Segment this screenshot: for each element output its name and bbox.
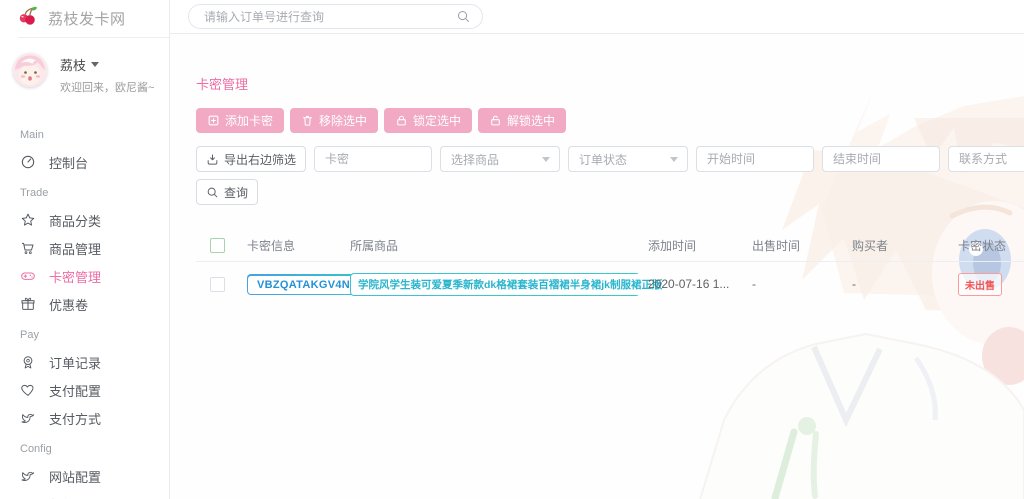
product-select[interactable]: 选择商品 xyxy=(440,146,560,172)
end-time-input[interactable] xyxy=(822,146,940,172)
sidebar-item-pay-method[interactable]: 支付方式 xyxy=(0,409,169,427)
lock-selected-button[interactable]: 锁定选中 xyxy=(384,108,472,133)
sidebar-item-product-category[interactable]: 商品分类 xyxy=(0,211,169,229)
sidebar-item-product-manage[interactable]: 商品管理 xyxy=(0,239,169,257)
main-area: 卡密管理 添加卡密 移除选中 锁定选中 解锁选中 xyxy=(170,0,1024,499)
bird-icon xyxy=(20,410,36,426)
order-search xyxy=(188,4,483,29)
export-icon xyxy=(206,153,219,166)
product-badge: 学院风学生装可爱夏季新款dk格裙套装百褶裙半身裙jk制服裙正版 xyxy=(350,273,640,296)
sidebar-item-order-records[interactable]: 订单记录 xyxy=(0,353,169,371)
card-table: 卡密信息 所属商品 添加时间 出售时间 购买者 卡密状态 VBZQATAKGV4… xyxy=(196,230,1024,306)
unlock-selected-button[interactable]: 解锁选中 xyxy=(478,108,566,133)
col-sold-time: 出售时间 xyxy=(752,237,852,254)
card-key-input[interactable] xyxy=(314,146,432,172)
gift-icon xyxy=(20,296,36,312)
medal-icon xyxy=(20,354,36,370)
buyer-value: - xyxy=(852,277,958,291)
cherry-logo-icon xyxy=(17,5,39,32)
export-filtered-button[interactable]: 导出右边筛选 xyxy=(196,146,306,172)
add-card-button[interactable]: 添加卡密 xyxy=(196,108,284,133)
search-icon[interactable] xyxy=(456,9,471,29)
sidebar-item-site-config[interactable]: 网站配置 xyxy=(0,467,169,485)
unlock-icon xyxy=(489,114,502,127)
col-card-info: 卡密信息 xyxy=(247,237,350,254)
dashboard-icon xyxy=(20,154,36,170)
order-status-select[interactable]: 订单状态 xyxy=(568,146,688,172)
order-search-input[interactable] xyxy=(188,4,483,29)
caret-down-icon xyxy=(91,62,99,67)
row-checkbox[interactable] xyxy=(210,277,225,292)
contact-input[interactable] xyxy=(948,146,1024,172)
table-row: VBZQATAKGV4N3BL 学院风学生装可爱夏季新款dk格裙套装百褶裙半身裙… xyxy=(196,262,1024,306)
nav-section-main: Main xyxy=(0,129,169,141)
sidebar: 荔枝发卡网 荔枝 xyxy=(0,0,170,499)
col-added-time: 添加时间 xyxy=(648,237,752,254)
cart-icon xyxy=(20,240,36,256)
start-time-input[interactable] xyxy=(696,146,814,172)
user-greeting: 欢迎回来，欧尼酱~ xyxy=(60,79,154,95)
status-badge: 未出售 xyxy=(958,273,1002,296)
search-icon xyxy=(206,186,219,199)
col-buyer: 购买者 xyxy=(852,237,958,254)
chevron-down-icon xyxy=(670,157,678,162)
user-name: 荔枝 xyxy=(60,55,86,74)
nav-section-trade: Trade xyxy=(0,187,169,199)
heart-icon xyxy=(20,382,36,398)
trash-icon xyxy=(301,114,314,127)
remove-selected-button[interactable]: 移除选中 xyxy=(290,108,378,133)
star-icon xyxy=(20,212,36,228)
table-header: 卡密信息 所属商品 添加时间 出售时间 购买者 卡密状态 xyxy=(196,230,1024,262)
col-card-status: 卡密状态 xyxy=(958,237,1024,254)
sidebar-item-pay-config[interactable]: 支付配置 xyxy=(0,381,169,399)
sidebar-nav: Main 控制台 Trade 商品分类 商品管理 卡密管理 优惠卷 xyxy=(0,95,169,499)
content: 卡密管理 添加卡密 移除选中 锁定选中 解锁选中 xyxy=(170,34,1024,499)
app-title: 荔枝发卡网 xyxy=(48,8,126,29)
plus-square-icon xyxy=(207,114,220,127)
avatar[interactable] xyxy=(13,53,47,87)
user-panel: 荔枝 欢迎回来，欧尼酱~ xyxy=(0,38,169,95)
nav-section-config: Config xyxy=(0,443,169,455)
gamepad-icon xyxy=(20,268,36,284)
user-meta: 荔枝 欢迎回来，欧尼酱~ xyxy=(60,53,154,95)
filter-bar: 导出右边筛选 选择商品 订单状态 xyxy=(196,146,1024,172)
sidebar-item-coupon[interactable]: 优惠卷 xyxy=(0,295,169,313)
nav-section-pay: Pay xyxy=(0,329,169,341)
sidebar-item-dashboard[interactable]: 控制台 xyxy=(0,153,169,171)
action-buttons: 添加卡密 移除选中 锁定选中 解锁选中 xyxy=(196,108,1024,133)
brand: 荔枝发卡网 xyxy=(0,0,169,37)
chevron-down-icon xyxy=(542,157,550,162)
sold-time-value: - xyxy=(752,277,852,291)
bird-icon xyxy=(20,468,36,484)
query-button[interactable]: 查询 xyxy=(196,179,258,205)
topbar xyxy=(170,0,1024,34)
lock-icon xyxy=(395,114,408,127)
page-title: 卡密管理 xyxy=(196,74,1024,93)
col-product: 所属商品 xyxy=(350,237,648,254)
sidebar-item-mail-config[interactable]: 邮件配置 xyxy=(0,495,169,499)
added-time-value: 2020-07-16 1... xyxy=(648,277,752,291)
app-window: 荔枝发卡网 荔枝 xyxy=(0,0,1024,499)
user-menu-button[interactable]: 荔枝 xyxy=(60,55,154,74)
sidebar-item-card-manage[interactable]: 卡密管理 xyxy=(0,267,169,285)
query-row: 查询 xyxy=(196,179,1024,205)
select-all-checkbox[interactable] xyxy=(210,238,225,253)
